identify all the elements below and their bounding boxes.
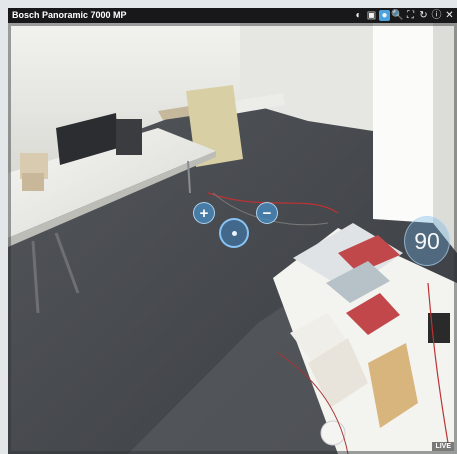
zoom-icon[interactable]: 🔍 [391,10,403,21]
joystick-center-icon [231,230,237,236]
camera-frame: Bosch Panoramic 7000 MP ◐ ▣ ● 🔍 ⛶ ↻ ⓘ ✕ [0,0,457,454]
video-view[interactable]: Bosch Panoramic 7000 MP ◐ ▣ ● 🔍 ⛶ ↻ ⓘ ✕ [8,8,457,454]
rotate-icon[interactable]: ↻ [418,10,429,21]
contrast-icon[interactable]: ◐ [353,10,364,21]
info-icon[interactable]: ⓘ [431,10,442,21]
title-bar: Bosch Panoramic 7000 MP ◐ ▣ ● 🔍 ⛶ ↻ ⓘ ✕ [8,8,457,23]
fullscreen-icon[interactable]: ⛶ [405,10,416,21]
toolbar: ◐ ▣ ● 🔍 ⛶ ↻ ⓘ ✕ [353,9,455,22]
dome-camera [320,420,346,446]
pan-tilt-joystick[interactable] [219,218,249,248]
angle-readout[interactable]: 90 [404,216,450,266]
view-mode-icon[interactable]: ● [379,10,390,21]
camera-title: Bosch Panoramic 7000 MP [12,10,127,20]
live-indicator: LIVE [432,442,454,451]
zoom-in-button[interactable]: + [193,202,215,224]
pillar [373,23,433,223]
snapshot-icon[interactable]: ▣ [366,10,377,21]
close-icon[interactable]: ✕ [444,10,455,21]
zoom-out-button[interactable]: − [256,202,278,224]
